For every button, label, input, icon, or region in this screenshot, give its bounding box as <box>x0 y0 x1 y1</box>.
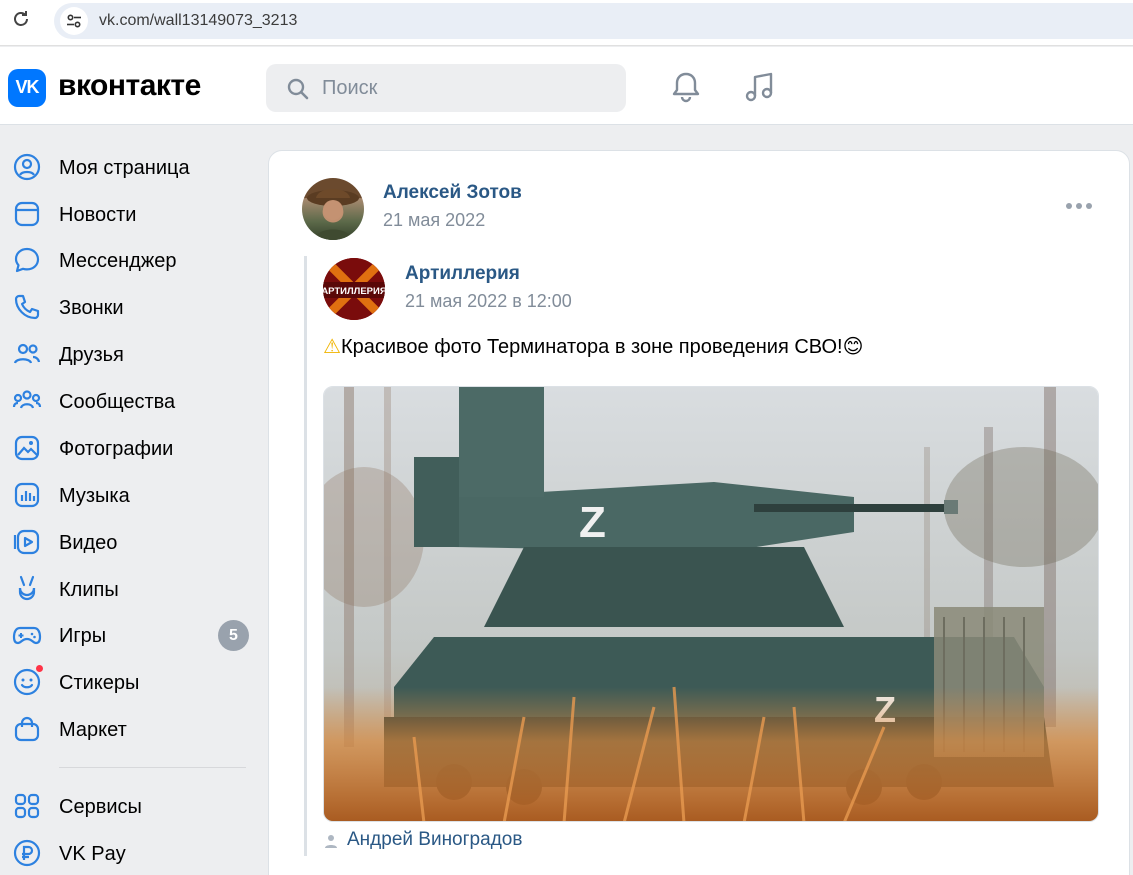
user-circle-icon <box>13 153 41 181</box>
sidebar-item-services[interactable]: Сервисы <box>0 783 260 827</box>
games-count-badge: 5 <box>218 620 249 651</box>
sidebar-item-label: Фотографии <box>59 438 174 460</box>
sidebar-item-communities[interactable]: Сообщества <box>0 378 260 422</box>
group-avatar-text: АРТИЛЛЕРИЯ <box>323 286 385 297</box>
url-text[interactable]: vk.com/wall13149073_3213 <box>99 12 297 30</box>
vkpay-icon <box>13 839 41 867</box>
sidebar-item-market[interactable]: Маркет <box>0 706 260 750</box>
search-box[interactable] <box>266 64 626 112</box>
chat-icon <box>14 247 40 273</box>
search-icon <box>287 78 309 100</box>
brand-name[interactable]: вконтакте <box>58 69 201 103</box>
sidebar-item-label: Новости <box>59 204 137 226</box>
gamepad-icon <box>12 626 42 645</box>
sidebar-item-label: Друзья <box>59 344 124 366</box>
site-settings-icon[interactable] <box>60 7 88 35</box>
sidebar-item-label: Сообщества <box>59 391 176 413</box>
post-author-name[interactable]: Алексей Зотов <box>383 182 522 204</box>
sidebar-item-photos[interactable]: Фотографии <box>0 425 260 469</box>
search-input[interactable] <box>322 74 612 102</box>
services-grid-icon <box>14 793 40 819</box>
sidebar-item-label: Сервисы <box>59 796 142 818</box>
sidebar-item-label: VK Pay <box>59 843 126 865</box>
phone-icon <box>14 294 40 320</box>
sidebar-item-friends[interactable]: Друзья <box>0 331 260 375</box>
news-icon <box>14 201 40 227</box>
sidebar-item-label: Маркет <box>59 719 127 741</box>
sidebar-item-label: Видео <box>59 532 118 554</box>
music-icon <box>14 482 40 508</box>
tank-photo: Z Z <box>324 387 1098 821</box>
sidebar-item-label: Клипы <box>59 579 119 601</box>
market-bag-icon <box>14 716 40 742</box>
repost-date[interactable]: 21 мая 2022 в 12:00 <box>405 291 572 312</box>
sidebar-item-label: Моя страница <box>59 157 190 179</box>
communities-icon <box>12 390 42 409</box>
sidebar-item-calls[interactable]: Звонки <box>0 284 260 328</box>
vk-logo-icon[interactable]: VK <box>8 69 46 107</box>
wall-post-card: Алексей Зотов 21 мая 2022 АРТИЛЛЕРИЯ Арт… <box>268 150 1130 875</box>
sidebar-item-music[interactable]: Музыка <box>0 472 260 516</box>
photo-icon <box>14 435 40 461</box>
repost-border <box>304 256 307 856</box>
browser-address-bar: vk.com/wall13149073_3213 <box>0 0 1133 46</box>
photo-credit-author[interactable]: Андрей Виноградов <box>347 829 522 851</box>
sidebar-item-news[interactable]: Новости <box>0 191 260 235</box>
sidebar-item-label: Мессенджер <box>59 250 177 272</box>
sidebar-item-label: Музыка <box>59 485 130 507</box>
repost-group-name[interactable]: Артиллерия <box>405 263 520 285</box>
sidebar-item-clips[interactable]: Клипы <box>0 566 260 610</box>
post-date[interactable]: 21 мая 2022 <box>383 210 485 231</box>
clips-icon <box>18 575 36 601</box>
sidebar-item-vk-pay[interactable]: VK Pay <box>0 830 260 874</box>
sidebar-divider <box>59 767 246 768</box>
sidebar-item-my-page[interactable]: Моя страница <box>0 144 260 188</box>
vk-header: VK вконтакте <box>0 47 1133 125</box>
music-note-icon[interactable] <box>742 69 778 110</box>
video-icon <box>13 529 40 555</box>
sidebar-item-video[interactable]: Видео <box>0 519 260 563</box>
smile-emoji-icon: 😊 <box>842 336 864 358</box>
sidebar-item-stickers[interactable]: Стикеры <box>0 659 260 703</box>
sidebar-item-games[interactable]: Игры 5 <box>0 612 260 656</box>
sidebar-item-label: Звонки <box>59 297 124 319</box>
group-avatar[interactable]: АРТИЛЛЕРИЯ <box>323 258 385 320</box>
sidebar-item-label: Стикеры <box>59 672 140 694</box>
url-box[interactable]: vk.com/wall13149073_3213 <box>54 3 1133 39</box>
warning-icon: ⚠ <box>323 336 341 358</box>
more-options-icon[interactable] <box>1065 198 1093 216</box>
bell-icon[interactable] <box>668 69 704 110</box>
person-icon <box>323 833 339 854</box>
post-text-body: Красивое фото Терминатора в зоне проведе… <box>340 336 843 358</box>
sidebar-item-messenger[interactable]: Мессенджер <box>0 237 260 281</box>
post-text: ⚠Красивое фото Терминатора в зоне провед… <box>323 334 863 359</box>
notification-dot <box>35 664 44 673</box>
vk-logo-text: VK <box>15 77 39 97</box>
sidebar-item-label: Игры <box>59 625 107 647</box>
reload-icon[interactable] <box>10 9 32 31</box>
post-photo[interactable]: Z Z <box>323 386 1099 822</box>
z-mark: Z <box>579 498 606 547</box>
author-avatar[interactable] <box>302 178 364 240</box>
friends-icon <box>13 343 41 364</box>
